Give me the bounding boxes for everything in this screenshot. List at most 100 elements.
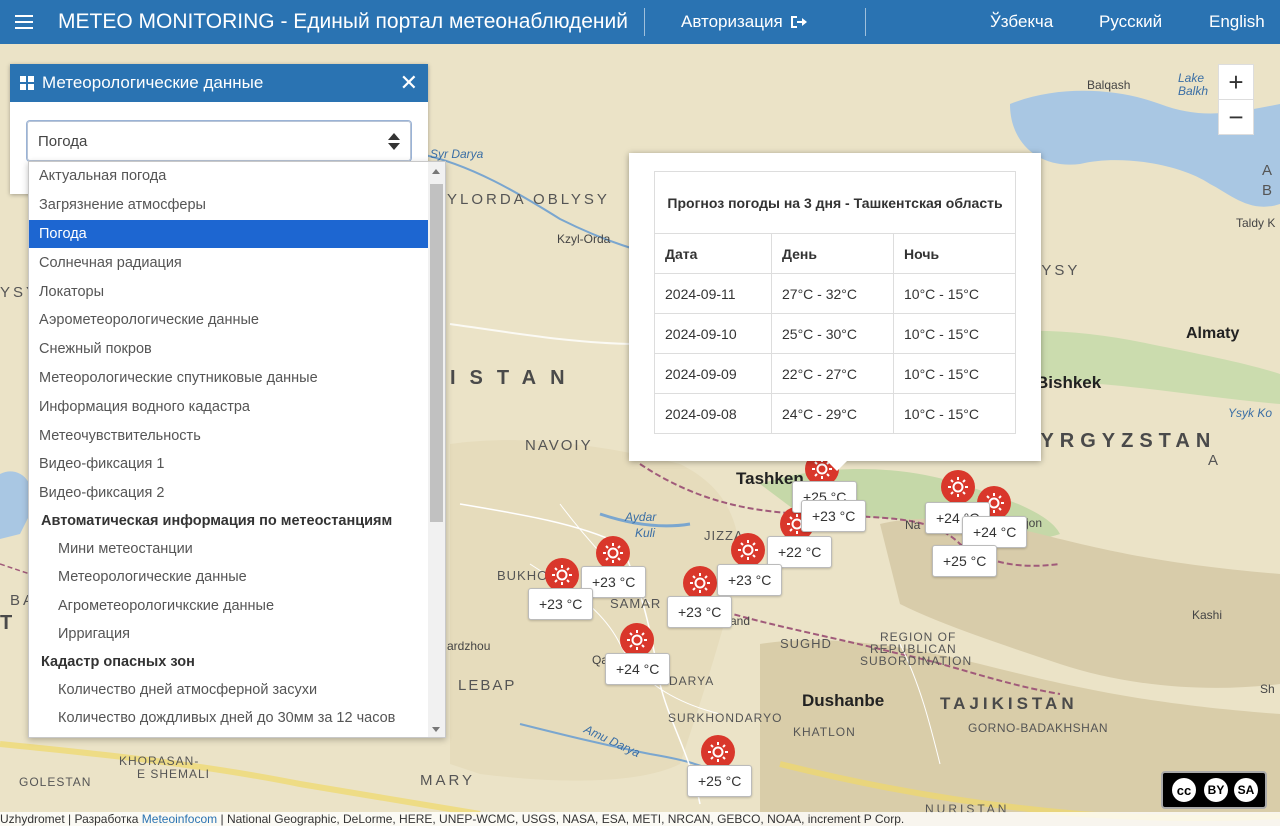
- temperature-label[interactable]: +25 °C: [687, 765, 753, 797]
- sun-icon[interactable]: [941, 470, 975, 504]
- map-label: Balqash: [1087, 78, 1131, 92]
- forecast-date: 2024-09-08: [654, 393, 772, 434]
- temperature-label[interactable]: +25 °C: [932, 545, 998, 577]
- by-icon: BY: [1204, 778, 1228, 802]
- license-badge[interactable]: cc BY SA: [1161, 771, 1267, 809]
- forecast-date: 2024-09-11: [654, 273, 772, 314]
- panel-title: Метеорологические данные: [42, 73, 264, 92]
- forecast-day-temp: 22°C - 27°C: [771, 353, 894, 394]
- forecast-date: 2024-09-10: [654, 313, 772, 354]
- map-label: SUGHD: [780, 636, 832, 651]
- dropdown-option[interactable]: Видео-фиксация 2: [29, 479, 428, 508]
- forecast-night-temp: 10°C - 15°C: [893, 393, 1016, 434]
- header-divider: [864, 8, 866, 36]
- temperature-label[interactable]: +23 °C: [717, 564, 783, 596]
- table-row: 2024-09-11 27°C - 32°C 10°C - 15°C: [654, 273, 1016, 314]
- dropdown-option-selected[interactable]: Погода: [29, 219, 428, 249]
- forecast-title: Прогноз погоды на 3 дня - Ташкентская об…: [654, 171, 1016, 234]
- menu-icon[interactable]: [0, 0, 48, 44]
- dropdown-option[interactable]: Количество дождливых дней до 30мм за 12 …: [29, 704, 428, 733]
- forecast-popup: Прогноз погоды на 3 дня - Ташкентская об…: [629, 153, 1041, 471]
- map-label: T: [0, 612, 19, 634]
- dropdown-group-label: Автоматическая информация по метеостанци…: [41, 513, 393, 530]
- dropdown-option[interactable]: Локаторы: [29, 277, 428, 306]
- temperature-label[interactable]: +24 °C: [605, 653, 671, 685]
- map-label: TAJIKISTAN: [940, 694, 1078, 713]
- scrollbar-thumb[interactable]: [430, 184, 443, 522]
- map-label: Kuli: [635, 526, 656, 540]
- forecast-table: Прогноз погоды на 3 дня - Ташкентская об…: [654, 171, 1016, 434]
- login-button[interactable]: Авторизация: [681, 12, 807, 32]
- map-label: SURKHONDARYO: [668, 711, 783, 725]
- zoom-in-button[interactable]: +: [1218, 64, 1254, 100]
- temperature-label[interactable]: +23 °C: [801, 500, 867, 532]
- table-row: 2024-09-10 25°C - 30°C 10°C - 15°C: [654, 313, 1016, 354]
- dropdown-option[interactable]: Загрязнение атмосферы: [29, 191, 428, 220]
- scroll-down-icon[interactable]: [432, 727, 440, 732]
- dropdown-option[interactable]: Информация водного кадастра: [29, 392, 428, 421]
- map-label: Aydar: [625, 510, 657, 524]
- map-label: E SHEMALI: [137, 767, 211, 781]
- scroll-up-icon[interactable]: [432, 169, 440, 174]
- temperature-label[interactable]: +23 °C: [667, 596, 733, 628]
- forecast-day-temp: 27°C - 32°C: [771, 273, 894, 314]
- close-icon[interactable]: ✕: [400, 72, 418, 94]
- temperature-label[interactable]: +24 °C: [962, 516, 1028, 548]
- map-label: and: [730, 614, 751, 628]
- map-label: ISTAN: [450, 367, 579, 389]
- sun-icon[interactable]: [701, 735, 735, 769]
- dropdown-option[interactable]: Количество дней атмосферной засухи: [29, 676, 428, 705]
- header-divider: [644, 8, 645, 36]
- developer-link[interactable]: Meteoinfocom: [142, 812, 217, 826]
- map-label: Balkh: [1178, 84, 1209, 98]
- lang-russian[interactable]: Русский: [1099, 12, 1162, 32]
- panel-header: Метеорологические данные ✕: [10, 64, 428, 102]
- top-bar: METEO MONITORING - Единый портал метеона…: [0, 0, 1280, 44]
- select-value: Погода: [38, 132, 88, 150]
- data-type-select[interactable]: Погода: [27, 121, 411, 161]
- column-header-date: Дата: [654, 233, 772, 274]
- select-arrows-icon: [388, 132, 400, 150]
- temperature-label[interactable]: +23 °C: [528, 588, 594, 620]
- map-label: ardzhou: [447, 639, 491, 653]
- map-label: Taldy K: [1236, 216, 1276, 230]
- zoom-out-button[interactable]: −: [1218, 99, 1254, 135]
- lang-uzbek[interactable]: Ўзбекча: [990, 12, 1053, 32]
- attribution-suffix: | National Geographic, DeLorme, HERE, UN…: [217, 812, 905, 826]
- sun-icon[interactable]: [596, 536, 630, 570]
- sun-icon[interactable]: [683, 566, 717, 600]
- dropdown-scrollbar[interactable]: [428, 162, 445, 737]
- column-header-day: День: [771, 233, 894, 274]
- sun-icon[interactable]: [731, 533, 765, 567]
- sign-in-icon: [790, 16, 807, 28]
- dropdown-option[interactable]: Видео-фиксация 1: [29, 450, 428, 479]
- map-label: YLORDA OBLYSY: [447, 191, 610, 208]
- map-label: jon: [1026, 516, 1043, 530]
- sun-icon[interactable]: [545, 558, 579, 592]
- sa-icon: SA: [1234, 778, 1258, 802]
- dropdown-option[interactable]: Аэрометеорологические данные: [29, 306, 428, 335]
- dropdown-option[interactable]: Солнечная радиация: [29, 248, 428, 277]
- lang-english[interactable]: English: [1209, 12, 1265, 32]
- map-label: GORNO-BADAKHSHAN: [968, 721, 1109, 735]
- dropdown-option[interactable]: Метеорологические спутниковые данные: [29, 364, 428, 393]
- map-label: Syr Darya: [430, 147, 484, 161]
- dropdown-option[interactable]: Метеорологические данные: [29, 563, 428, 592]
- dropdown-option[interactable]: Метеочувствительность: [29, 421, 428, 450]
- login-label: Авторизация: [681, 12, 783, 31]
- dropdown-option[interactable]: Снежный покров: [29, 335, 428, 364]
- data-type-dropdown[interactable]: Актуальная погода Загрязнение атмосферы …: [28, 161, 446, 738]
- dropdown-option[interactable]: Агрометеорологичкские данные: [29, 592, 428, 621]
- dropdown-group-label: Кадастр опасных зон: [41, 654, 195, 671]
- forecast-day-temp: 25°C - 30°C: [771, 313, 894, 354]
- dropdown-option[interactable]: Ирригация: [29, 620, 428, 649]
- column-header-night: Ночь: [893, 233, 1016, 274]
- map-label: KHORASAN-: [119, 754, 200, 768]
- dropdown-option[interactable]: Актуальная погода: [29, 162, 428, 191]
- map-label: MARY: [420, 772, 476, 789]
- sun-icon[interactable]: [620, 623, 654, 657]
- dropdown-option[interactable]: Мини метеостанции: [29, 535, 428, 564]
- forecast-date: 2024-09-09: [654, 353, 772, 394]
- map-label: Dushanbe: [802, 691, 885, 710]
- map-attribution: Uzhydromet | Разработка Meteoinfocom | N…: [0, 812, 1280, 826]
